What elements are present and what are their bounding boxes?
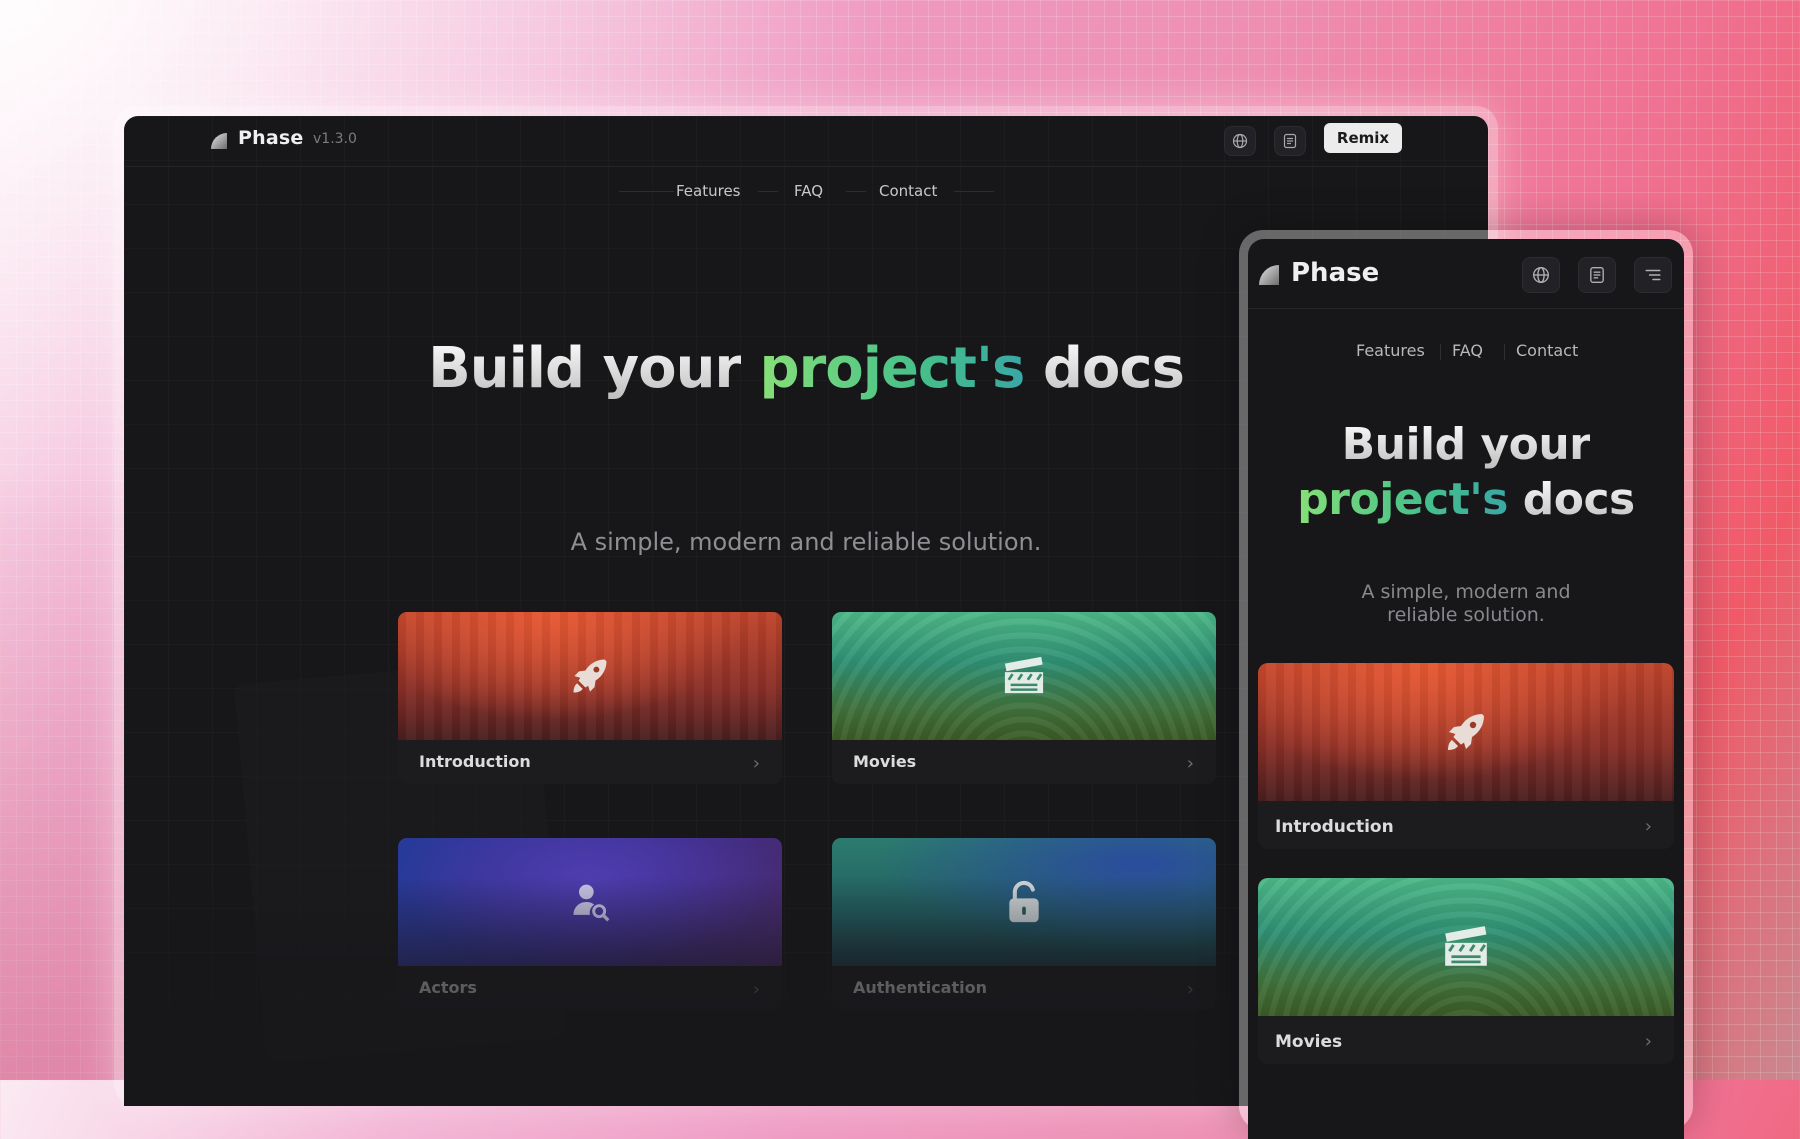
nav-divider <box>758 191 778 192</box>
globe-icon <box>1533 267 1549 283</box>
nav-link-contact[interactable]: Contact <box>879 182 937 200</box>
remix-button[interactable]: Remix <box>1324 123 1402 153</box>
actor-search-icon <box>573 884 610 922</box>
nav-link-features[interactable]: Features <box>676 182 741 200</box>
card-label: Introduction <box>1275 817 1394 837</box>
rocket-icon <box>1448 714 1484 750</box>
chevron-right-icon: › <box>1644 816 1652 837</box>
card-cover <box>398 838 782 966</box>
mobile-window: Phase Features FAQ Contact Build your pr… <box>1248 239 1684 1139</box>
hero-line-2: project's docs <box>1248 472 1684 527</box>
chevron-right-icon: › <box>1644 1031 1652 1052</box>
hero-text-a: Build your <box>1341 419 1591 470</box>
clapperboard-icon <box>1004 656 1044 694</box>
rocket-icon <box>573 659 607 693</box>
card-cover <box>832 612 1216 740</box>
nav-divider <box>954 191 994 192</box>
card-authentication[interactable]: Authentication › <box>832 838 1216 1010</box>
phase-logo-icon[interactable] <box>1259 265 1279 285</box>
brand-name[interactable]: Phase <box>238 127 303 149</box>
card-label: Authentication <box>853 978 987 997</box>
hero-highlight: project's <box>759 336 1026 401</box>
card-cover <box>1258 878 1674 1016</box>
hero-title: Build your project's docs <box>1248 417 1684 527</box>
card-actors[interactable]: Actors › <box>398 838 782 1010</box>
mobile-header: Phase <box>1248 239 1684 309</box>
nav-link-faq[interactable]: FAQ <box>794 182 823 200</box>
docs-button[interactable] <box>1274 126 1306 156</box>
mobile-nav: Features FAQ Contact <box>1248 341 1684 365</box>
card-label: Movies <box>853 752 917 771</box>
clapperboard-icon <box>1445 926 1487 966</box>
desktop-nav: Features FAQ Contact <box>124 176 1488 206</box>
card-movies[interactable]: Movies › <box>832 612 1216 784</box>
nav-separator <box>1440 344 1441 360</box>
chevron-right-icon: › <box>752 979 760 1000</box>
nav-separator <box>1504 344 1505 360</box>
hero-subtitle: A simple, modern and reliable solution. <box>1361 581 1571 626</box>
nav-link-faq[interactable]: FAQ <box>1452 341 1483 360</box>
menu-icon <box>1645 269 1661 281</box>
card-label: Actors <box>419 978 477 997</box>
nav-link-features[interactable]: Features <box>1356 341 1425 360</box>
unlock-icon <box>1009 880 1039 923</box>
document-icon <box>1590 267 1604 283</box>
menu-button[interactable] <box>1634 257 1672 293</box>
hero-text-b: docs <box>1522 474 1636 525</box>
card-cover <box>398 612 782 740</box>
card-cover <box>832 838 1216 966</box>
card-cover <box>1258 663 1674 801</box>
document-icon <box>1283 133 1297 149</box>
nav-link-contact[interactable]: Contact <box>1516 341 1578 360</box>
nav-divider <box>619 191 674 192</box>
version-label: v1.3.0 <box>313 131 357 147</box>
docs-button[interactable] <box>1578 257 1616 293</box>
card-label: Movies <box>1275 1032 1343 1052</box>
chevron-right-icon: › <box>1186 753 1194 774</box>
brand-name[interactable]: Phase <box>1291 258 1379 288</box>
chevron-right-icon: › <box>1186 979 1194 1000</box>
hero-line-1: Build your <box>1248 417 1684 472</box>
nav-divider <box>846 191 866 192</box>
card-introduction[interactable]: Introduction › <box>1258 663 1674 849</box>
globe-icon <box>1232 133 1248 149</box>
hero-text-b: docs <box>1042 336 1185 401</box>
language-button[interactable] <box>1224 126 1256 156</box>
language-button[interactable] <box>1522 257 1560 293</box>
card-movies[interactable]: Movies › <box>1258 878 1674 1064</box>
hero-text-a: Build your <box>428 336 742 401</box>
card-introduction[interactable]: Introduction › <box>398 612 782 784</box>
phase-logo-icon[interactable] <box>211 133 227 149</box>
desktop-header: Phase v1.3.0 Remix <box>124 116 1488 167</box>
chevron-right-icon: › <box>752 753 760 774</box>
hero-highlight: project's <box>1297 474 1508 525</box>
card-label: Introduction <box>419 752 531 771</box>
